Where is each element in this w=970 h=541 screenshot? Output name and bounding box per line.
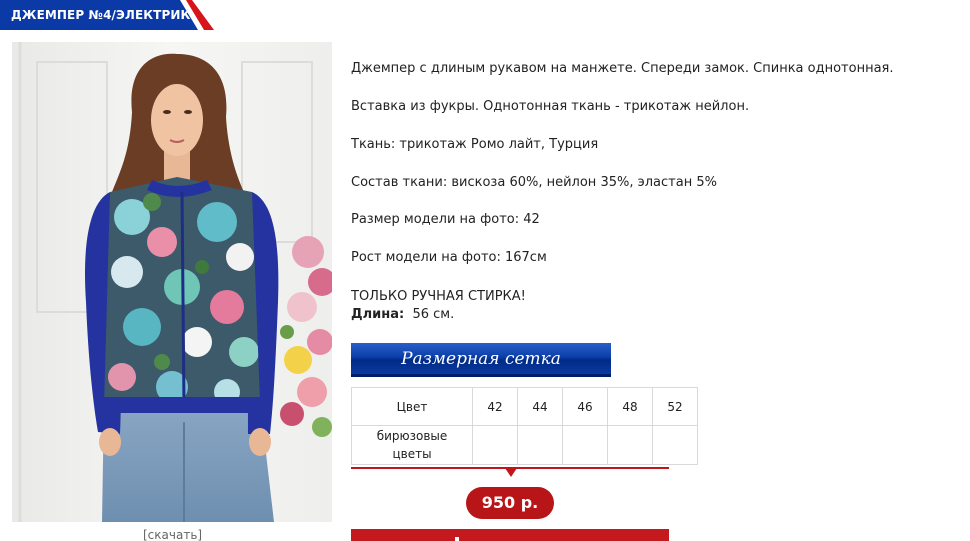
description-line: Размер модели на фото: 42 [351, 212, 540, 227]
size-chart-button-label: Размерная сетка [401, 349, 561, 369]
product-photo[interactable] [12, 42, 332, 522]
price-badge: 950 р. [466, 487, 554, 519]
description-line: Состав ткани: вискоза 60%, нейлон 35%, э… [351, 175, 717, 190]
product-title: ДЖЕМПЕР №4/ЭЛЕКТРИК [11, 8, 191, 22]
size-column-header: 46 [562, 387, 608, 426]
length-label: Длина: [351, 307, 405, 322]
size-table-color-header: Цвет [351, 387, 473, 426]
color-name-cell: бирюзовые цветы [351, 425, 473, 465]
color-name-line1: бирюзовые [376, 429, 448, 443]
buy-button-label-fragment [455, 537, 459, 541]
size-column-header: 48 [607, 387, 653, 426]
description-line: Джемпер с длиным рукавом на манжете. Спе… [351, 61, 894, 76]
size-chart-button[interactable]: Размерная сетка [351, 343, 611, 377]
price-pointer-icon [505, 468, 517, 477]
size-table-header-row: Цвет 42 44 46 48 52 [351, 387, 698, 426]
color-name-line2: цветы [392, 447, 432, 461]
product-title-tab: ДЖЕМПЕР №4/ЭЛЕКТРИК [0, 0, 214, 30]
size-column-header: 44 [517, 387, 563, 426]
size-availability-cell[interactable] [562, 425, 608, 465]
size-table: Цвет 42 44 46 48 52 бирюзовые цветы [351, 387, 698, 465]
size-availability-cell[interactable] [652, 425, 698, 465]
size-column-header: 52 [652, 387, 698, 426]
download-photo-link[interactable]: [скачать] [143, 528, 202, 541]
size-column-header: 42 [472, 387, 518, 426]
size-availability-cell[interactable] [472, 425, 518, 465]
length-value: 56 см. [412, 307, 455, 322]
length-line: Длина: 56 см. [351, 306, 454, 323]
buy-button[interactable] [351, 529, 669, 541]
size-availability-cell[interactable] [607, 425, 653, 465]
size-table-row: бирюзовые цветы [351, 425, 698, 465]
wash-warning: ТОЛЬКО РУЧНАЯ СТИРКА! [351, 289, 526, 304]
description-line: Ткань: трикотаж Ромо лайт, Турция [351, 137, 599, 152]
description-line: Рост модели на фото: 167см [351, 250, 547, 265]
size-availability-cell[interactable] [517, 425, 563, 465]
description-line: Вставка из фукры. Однотонная ткань - три… [351, 99, 750, 114]
product-photo-image [12, 42, 332, 522]
